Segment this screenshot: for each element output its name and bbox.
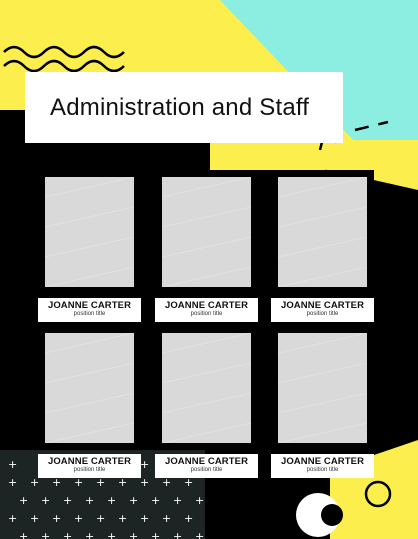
svg-text:+: +: [151, 494, 160, 507]
staff-label: JOANNE CARTER position title: [155, 298, 258, 322]
svg-text:+: +: [184, 512, 193, 525]
svg-text:+: +: [85, 494, 94, 507]
svg-text:+: +: [74, 512, 83, 525]
svg-text:+: +: [151, 530, 160, 539]
svg-text:+: +: [107, 494, 116, 507]
photo-placeholder[interactable]: [38, 326, 141, 450]
svg-text:+: +: [63, 494, 72, 507]
page-title: Administration and Staff: [50, 93, 310, 121]
staff-label: JOANNE CARTER position title: [155, 454, 258, 478]
staff-page: + + + + + + + + + + + + + + + + + + + + + + + + + + + + + + + + + + + + …: [0, 0, 418, 539]
svg-text:+: +: [85, 530, 94, 539]
svg-text:+: +: [52, 512, 61, 525]
svg-text:+: +: [173, 494, 182, 507]
staff-position: position title: [306, 311, 339, 317]
svg-text:+: +: [140, 512, 149, 525]
svg-text:+: +: [63, 530, 72, 539]
svg-text:+: +: [8, 512, 17, 525]
staff-name: JOANNE CARTER: [280, 456, 365, 467]
svg-text:+: +: [8, 476, 17, 489]
staff-label: JOANNE CARTER position title: [271, 298, 374, 322]
svg-text:+: +: [19, 494, 28, 507]
svg-text:+: +: [162, 512, 171, 525]
svg-text:+: +: [129, 530, 138, 539]
svg-text:+: +: [173, 530, 182, 539]
staff-name: JOANNE CARTER: [47, 300, 132, 311]
photo-placeholder[interactable]: [271, 170, 374, 294]
photo-placeholder[interactable]: [155, 170, 258, 294]
svg-text:+: +: [140, 458, 149, 471]
staff-position: position title: [190, 311, 223, 317]
svg-text:+: +: [107, 530, 116, 539]
staff-name: JOANNE CARTER: [164, 456, 249, 467]
staff-name: JOANNE CARTER: [164, 300, 249, 311]
staff-name: JOANNE CARTER: [47, 456, 132, 467]
svg-text:+: +: [41, 494, 50, 507]
svg-text:+: +: [140, 476, 149, 489]
svg-text:+: +: [129, 494, 138, 507]
svg-text:+: +: [195, 494, 204, 507]
staff-label: JOANNE CARTER position title: [271, 454, 374, 478]
photo-placeholder[interactable]: [271, 326, 374, 450]
svg-text:+: +: [8, 458, 17, 471]
staff-position: position title: [73, 467, 106, 473]
staff-position: position title: [190, 467, 223, 473]
svg-text:+: +: [41, 530, 50, 539]
photo-placeholder[interactable]: [155, 326, 258, 450]
svg-text:+: +: [19, 530, 28, 539]
staff-label: JOANNE CARTER position title: [38, 454, 141, 478]
staff-name: JOANNE CARTER: [280, 300, 365, 311]
svg-text:+: +: [195, 530, 204, 539]
svg-text:+: +: [118, 512, 127, 525]
svg-text:+: +: [96, 512, 105, 525]
title-box: Administration and Staff: [25, 72, 343, 143]
staff-position: position title: [73, 311, 106, 317]
staff-position: position title: [306, 467, 339, 473]
svg-text:+: +: [30, 512, 39, 525]
photo-placeholder[interactable]: [38, 170, 141, 294]
staff-label: JOANNE CARTER position title: [38, 298, 141, 322]
